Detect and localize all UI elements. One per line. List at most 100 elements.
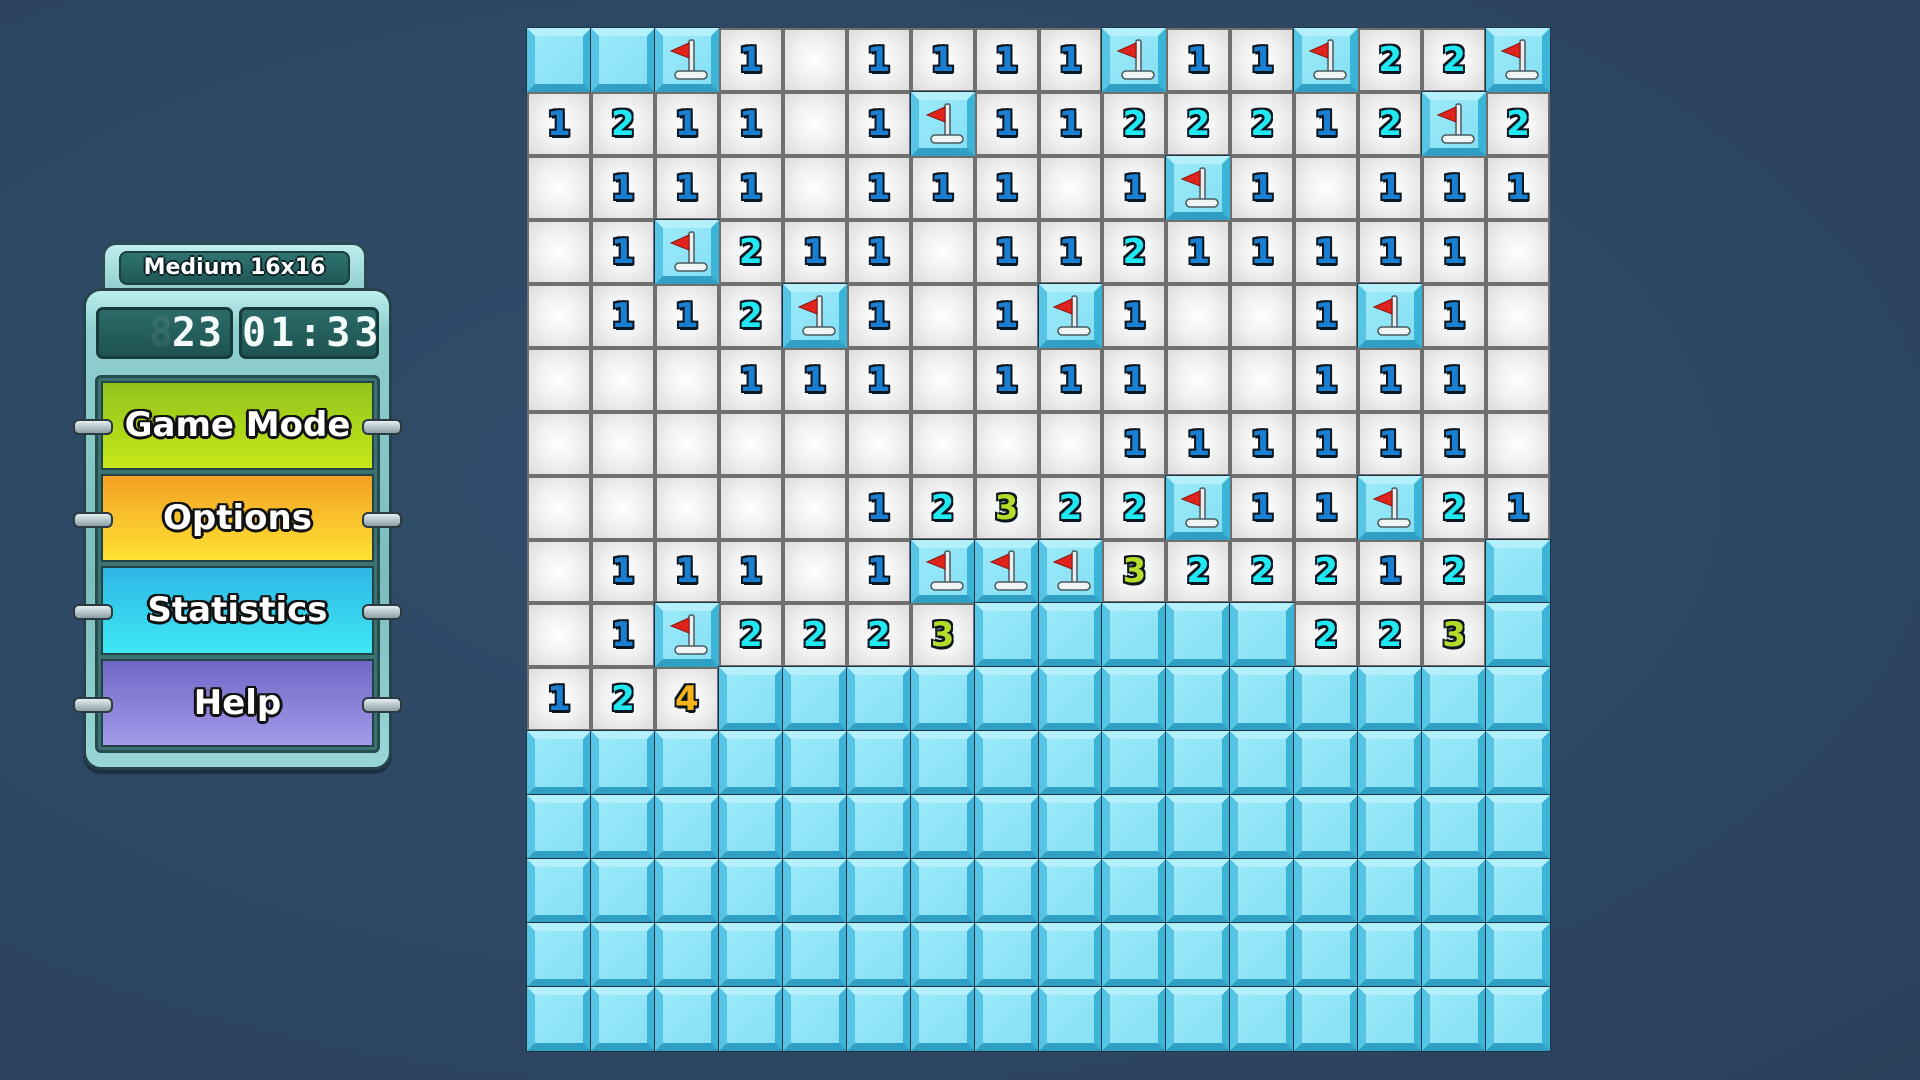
cell-number[interactable]: 1 — [718, 28, 783, 92]
cell-unrevealed[interactable] — [1038, 667, 1103, 732]
cell-number[interactable]: 1 — [654, 91, 719, 156]
cell-empty[interactable] — [1166, 283, 1231, 348]
cell-unrevealed[interactable] — [1422, 923, 1487, 988]
cell-unrevealed[interactable] — [527, 28, 591, 92]
cell-number[interactable]: 1 — [1166, 28, 1231, 92]
cell-unrevealed[interactable] — [846, 987, 911, 1051]
cell-unrevealed[interactable] — [718, 795, 783, 860]
cell-empty[interactable] — [1230, 347, 1295, 412]
cell-flagged[interactable] — [1294, 28, 1359, 92]
cell-unrevealed[interactable] — [1102, 667, 1167, 732]
cell-unrevealed[interactable] — [1486, 731, 1550, 796]
cell-flagged[interactable] — [910, 91, 975, 156]
cell-number[interactable]: 1 — [590, 539, 655, 604]
cell-flagged[interactable] — [1358, 283, 1423, 348]
cell-number[interactable]: 2 — [1358, 91, 1423, 156]
cell-number[interactable]: 1 — [1422, 283, 1487, 348]
cell-number[interactable]: 3 — [974, 475, 1039, 540]
cell-number[interactable]: 2 — [1102, 475, 1167, 540]
cell-unrevealed[interactable] — [1358, 987, 1423, 1051]
cell-number[interactable]: 2 — [1166, 91, 1231, 156]
cell-empty[interactable] — [782, 91, 847, 156]
cell-number[interactable]: 1 — [1102, 411, 1167, 476]
cell-number[interactable]: 1 — [1038, 28, 1103, 92]
cell-empty[interactable] — [527, 603, 591, 668]
cell-unrevealed[interactable] — [590, 859, 655, 924]
cell-number[interactable]: 1 — [1230, 28, 1295, 92]
cell-empty[interactable] — [1294, 155, 1359, 220]
cell-number[interactable]: 2 — [590, 91, 655, 156]
cell-number[interactable]: 1 — [910, 155, 975, 220]
cell-number[interactable]: 2 — [1294, 603, 1359, 668]
cell-flagged[interactable] — [654, 28, 719, 92]
cell-unrevealed[interactable] — [718, 987, 783, 1051]
cell-unrevealed[interactable] — [590, 28, 655, 92]
cell-empty[interactable] — [846, 411, 911, 476]
cell-number[interactable]: 2 — [718, 283, 783, 348]
cell-empty[interactable] — [718, 475, 783, 540]
cell-empty[interactable] — [782, 155, 847, 220]
cell-number[interactable]: 1 — [1230, 475, 1295, 540]
cell-unrevealed[interactable] — [527, 859, 591, 924]
cell-unrevealed[interactable] — [1486, 667, 1550, 732]
cell-number[interactable]: 1 — [527, 91, 591, 156]
cell-unrevealed[interactable] — [1166, 731, 1231, 796]
cell-flagged[interactable] — [782, 283, 847, 348]
cell-number[interactable]: 2 — [1102, 219, 1167, 284]
cell-empty[interactable] — [654, 411, 719, 476]
cell-unrevealed[interactable] — [1230, 603, 1295, 668]
cell-unrevealed[interactable] — [527, 987, 591, 1051]
cell-empty[interactable] — [910, 411, 975, 476]
cell-flagged[interactable] — [1486, 28, 1550, 92]
cell-unrevealed[interactable] — [910, 667, 975, 732]
cell-number[interactable]: 1 — [1038, 91, 1103, 156]
cell-number[interactable]: 1 — [590, 283, 655, 348]
cell-unrevealed[interactable] — [1358, 795, 1423, 860]
cell-number[interactable]: 2 — [1102, 91, 1167, 156]
cell-number[interactable]: 1 — [846, 283, 911, 348]
cell-unrevealed[interactable] — [910, 859, 975, 924]
cell-number[interactable]: 1 — [974, 219, 1039, 284]
cell-unrevealed[interactable] — [1486, 923, 1550, 988]
cell-unrevealed[interactable] — [1294, 987, 1359, 1051]
cell-unrevealed[interactable] — [1422, 859, 1487, 924]
cell-unrevealed[interactable] — [1230, 987, 1295, 1051]
cell-unrevealed[interactable] — [527, 923, 591, 988]
cell-unrevealed[interactable] — [1230, 731, 1295, 796]
cell-unrevealed[interactable] — [1038, 731, 1103, 796]
cell-flagged[interactable] — [1422, 91, 1487, 156]
cell-unrevealed[interactable] — [1166, 667, 1231, 732]
cell-unrevealed[interactable] — [1486, 539, 1550, 604]
cell-number[interactable]: 2 — [1358, 28, 1423, 92]
cell-unrevealed[interactable] — [1166, 923, 1231, 988]
cell-unrevealed[interactable] — [846, 731, 911, 796]
cell-unrevealed[interactable] — [1422, 987, 1487, 1051]
cell-number[interactable]: 1 — [974, 91, 1039, 156]
cell-number[interactable]: 2 — [846, 603, 911, 668]
cell-unrevealed[interactable] — [974, 795, 1039, 860]
cell-number[interactable]: 2 — [1038, 475, 1103, 540]
cell-number[interactable]: 1 — [1230, 411, 1295, 476]
cell-unrevealed[interactable] — [974, 923, 1039, 988]
cell-unrevealed[interactable] — [1166, 987, 1231, 1051]
cell-empty[interactable] — [910, 283, 975, 348]
cell-flagged[interactable] — [1102, 28, 1167, 92]
cell-unrevealed[interactable] — [846, 923, 911, 988]
cell-number[interactable]: 1 — [1486, 475, 1550, 540]
cell-flagged[interactable] — [1166, 155, 1231, 220]
cell-number[interactable]: 1 — [846, 539, 911, 604]
cell-unrevealed[interactable] — [1102, 603, 1167, 668]
cell-number[interactable]: 1 — [1422, 219, 1487, 284]
cell-number[interactable]: 1 — [1166, 411, 1231, 476]
cell-flagged[interactable] — [910, 539, 975, 604]
cell-number[interactable]: 1 — [718, 347, 783, 412]
cell-number[interactable]: 2 — [910, 475, 975, 540]
cell-number[interactable]: 2 — [1294, 539, 1359, 604]
cell-unrevealed[interactable] — [590, 795, 655, 860]
cell-number[interactable]: 1 — [1486, 155, 1550, 220]
cell-number[interactable]: 1 — [846, 347, 911, 412]
cell-empty[interactable] — [527, 411, 591, 476]
cell-unrevealed[interactable] — [1358, 667, 1423, 732]
cell-empty[interactable] — [910, 347, 975, 412]
cell-unrevealed[interactable] — [1038, 795, 1103, 860]
